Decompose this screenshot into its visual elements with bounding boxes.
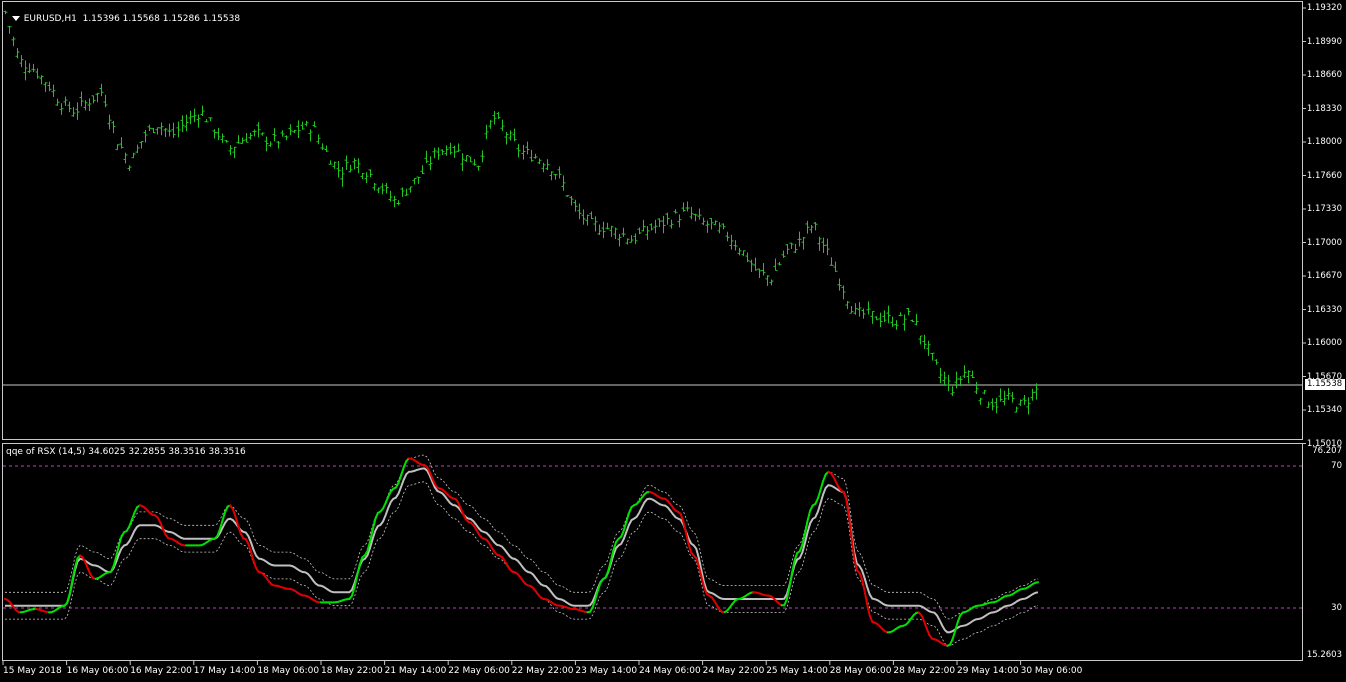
main-header[interactable]: EURUSD,H1 1.15396 1.15568 1.15286 1.1553… [6,4,240,24]
price-tick-label: 1.16330 [1306,304,1342,315]
price-tick-label: 1.17330 [1306,204,1342,214]
time-tick-label: 22 May 06:00 [448,666,510,676]
main-pane[interactable] [2,1,1303,440]
time-tick-label: 29 May 14:00 [957,666,1019,676]
time-tick-label: 16 May 06:00 [66,666,129,676]
time-tick-label: 30 May 06:00 [1020,666,1083,676]
price-tick-label: 1.18990 [1306,36,1342,47]
chart-canvas[interactable] [0,0,1346,682]
time-tick-label: 21 May 14:00 [384,666,447,676]
price-tick-label: 1.15340 [1306,405,1342,415]
dropdown-arrow-icon[interactable] [11,16,20,21]
time-tick-label: 24 May 22:00 [702,666,765,676]
time-tick-label: 23 May 14:00 [575,666,638,676]
time-tick-label: 22 May 22:00 [511,666,574,676]
price-tick-label: 1.16670 [1306,271,1342,281]
time-tick-label: 18 May 06:00 [257,666,320,676]
price-tick-label: 1.18660 [1306,70,1342,80]
time-tick-label: 28 May 06:00 [829,666,892,676]
price-tick-label: 1.17660 [1306,170,1342,181]
price-tick-label: 1.16000 [1306,338,1342,348]
symbol-label: EURUSD,H1 [23,14,77,24]
indicator-tick-label: 30 [1331,603,1342,613]
price-tick-label: 1.17000 [1306,237,1342,248]
current-price-label: 1.15538 [1305,379,1345,390]
time-tick-label: 17 May 14:00 [193,666,256,676]
ohlc-values: 1.15396 1.15568 1.15286 1.15538 [82,14,241,24]
time-tick-label: 28 May 22:00 [893,666,956,676]
price-tick-label: 1.18330 [1306,103,1342,114]
time-tick-label: 16 May 22:00 [130,666,192,676]
time-tick-label: 25 May 14:00 [766,666,828,676]
price-tick-label: 1.18000 [1306,137,1342,147]
time-tick-label: 15 May 2018 [3,666,62,676]
indicator-tick-label: 70 [1331,461,1342,471]
indicator-header: qqe of RSX (14,5) 34.6025 32.2855 38.351… [6,447,246,457]
price-tick-label: 1.19320 [1306,3,1342,13]
time-tick-label: 18 May 22:00 [321,666,383,676]
time-tick-label: 24 May 06:00 [639,666,701,676]
indicator-tick-label: 76.207 [1312,446,1342,456]
indicator-tick-label: 15.2603 [1306,650,1342,660]
